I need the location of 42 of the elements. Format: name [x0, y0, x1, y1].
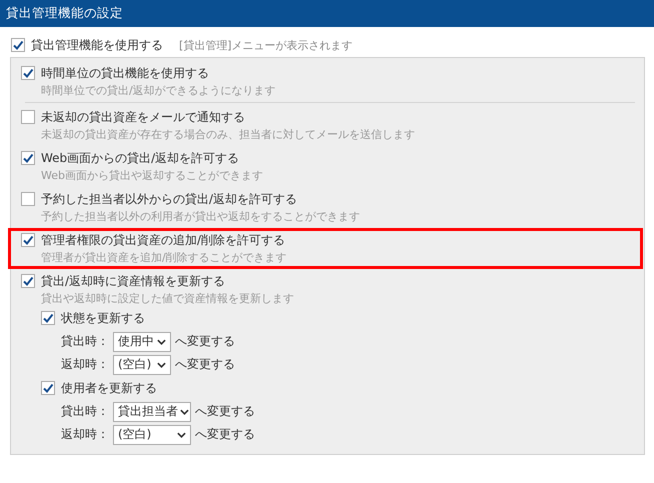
checkbox[interactable]	[11, 38, 25, 52]
dropdown[interactable]: 使用中	[113, 332, 171, 352]
option-description: 貸出や返却時に設定した値で資産情報を更新します	[40, 291, 295, 307]
option-note: [貸出管理]メニューが表示されます	[179, 38, 353, 52]
field-suffix: へ変更する	[175, 356, 235, 373]
field-suffix: へ変更する	[175, 333, 235, 350]
option-description: 時間単位での貸出/返却ができるようになります	[40, 83, 277, 99]
option-label: 管理者権限の貸出資産の追加/削除を許可する	[41, 232, 286, 248]
option-label: 貸出/返却時に資産情報を更新する	[41, 272, 226, 290]
dropdown[interactable]: (空白)	[113, 424, 191, 444]
option-label: 未返却の貸出資産をメールで通知する	[41, 108, 245, 126]
header-bar: 貸出管理機能の設定	[0, 0, 654, 27]
checkbox[interactable]	[21, 274, 35, 288]
caret-icon	[177, 432, 186, 438]
option-description: 未返却の貸出資産が存在する場合のみ、担当者に対してメールを送信します	[40, 127, 416, 143]
field-suffix: へ変更する	[195, 403, 255, 420]
checkbox[interactable]	[21, 151, 35, 165]
option-label: 時間単位の貸出機能を使用する	[41, 64, 209, 82]
checkbox[interactable]	[21, 66, 35, 80]
checkbox[interactable]	[21, 192, 35, 206]
option-description: Web画面から貸出や返却することができます	[40, 168, 264, 184]
option-label: 貸出管理機能を使用する	[31, 36, 163, 54]
caret-icon	[157, 338, 166, 344]
option-label: 予約した担当者以外からの貸出/返却を許可する	[41, 190, 298, 208]
checkbox[interactable]	[41, 311, 55, 325]
checkbox[interactable]	[21, 110, 35, 124]
field-suffix: へ変更する	[195, 426, 255, 443]
field-label: 返却時：	[61, 426, 109, 443]
dropdown[interactable]: (空白)	[113, 354, 171, 374]
option-label: 状態を更新する	[61, 310, 145, 326]
field-label: 貸出時：	[61, 333, 109, 350]
option-description: 予約した担当者以外の利用者が貸出や返却をすることができます	[40, 209, 361, 225]
caret-icon	[157, 362, 166, 368]
option-description: 管理者が貸出資産を追加/削除することができます	[40, 250, 288, 266]
dropdown[interactable]: 貸出担当者	[113, 402, 191, 422]
option-label: Web画面からの貸出/返却を許可する	[41, 150, 240, 166]
field-label: 貸出時：	[61, 403, 109, 420]
checkbox[interactable]	[21, 233, 35, 247]
field-label: 返却時：	[61, 356, 109, 373]
caret-icon	[180, 408, 189, 414]
checkbox[interactable]	[41, 381, 55, 395]
option-label: 使用者を更新する	[61, 380, 157, 396]
